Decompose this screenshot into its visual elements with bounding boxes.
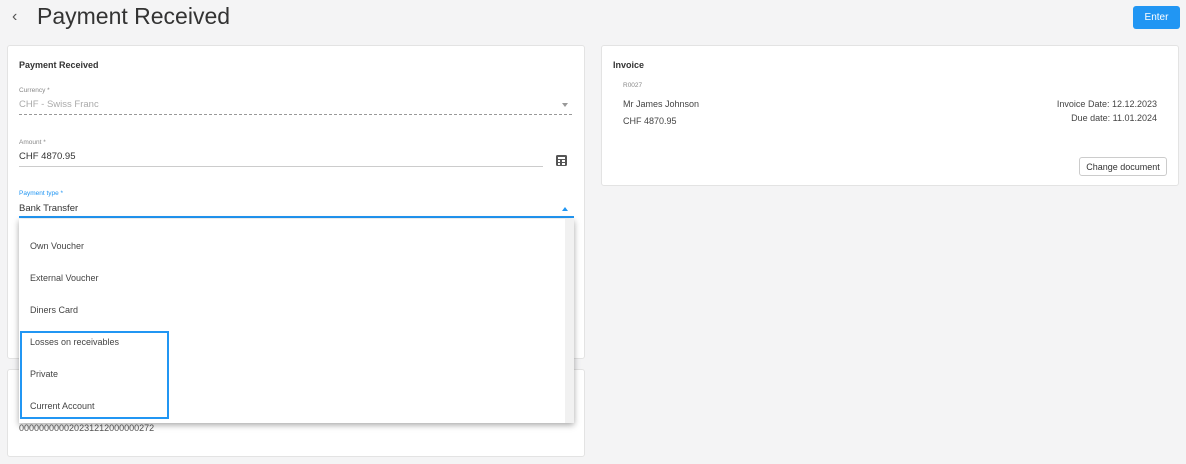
amount-label: Amount *	[19, 139, 46, 146]
payment-type-dropdown: Own Voucher External Voucher Diners Card…	[19, 219, 574, 423]
invoice-card-title: Invoice	[613, 60, 645, 70]
payment-type-select[interactable]: Bank Transfer	[19, 203, 78, 214]
amount-underline	[19, 166, 543, 167]
change-document-button[interactable]: Change document	[1079, 157, 1167, 176]
calculator-icon[interactable]	[556, 155, 567, 166]
dropdown-scrollbar[interactable]	[565, 219, 574, 423]
invoice-due-date: Due date: 11.01.2024	[1071, 113, 1157, 123]
currency-underline	[19, 114, 572, 115]
page-title: Payment Received	[37, 3, 231, 29]
invoice-amount: CHF 4870.95	[623, 116, 677, 126]
chevron-up-icon[interactable]	[562, 207, 568, 211]
payment-card-title: Payment Received	[19, 60, 99, 70]
option-current-account[interactable]: Current Account	[30, 401, 95, 411]
page-header: ‹ Payment Received Enter	[0, 0, 1186, 36]
option-private[interactable]: Private	[30, 369, 58, 379]
option-losses-on-receivables[interactable]: Losses on receivables	[30, 337, 119, 347]
enter-button[interactable]: Enter	[1133, 6, 1180, 29]
option-external-voucher[interactable]: External Voucher	[30, 273, 99, 283]
invoice-number: R0027	[623, 82, 643, 89]
chevron-left-icon[interactable]: ‹	[12, 8, 26, 26]
chevron-down-icon[interactable]	[562, 103, 568, 107]
payment-type-label: Payment type *	[19, 190, 64, 197]
amount-input[interactable]: CHF 4870.95	[19, 151, 76, 162]
payment-type-underline	[19, 216, 574, 218]
currency-label: Currency *	[19, 87, 50, 94]
currency-select[interactable]: CHF - Swiss Franc	[19, 99, 99, 110]
option-own-voucher[interactable]: Own Voucher	[30, 241, 84, 251]
invoice-date: Invoice Date: 12.12.2023	[1056, 99, 1157, 109]
invoice-customer: Mr James Johnson	[623, 99, 700, 109]
reference-number: 000000000020231212000000272	[19, 423, 155, 433]
option-diners-card[interactable]: Diners Card	[30, 305, 78, 315]
